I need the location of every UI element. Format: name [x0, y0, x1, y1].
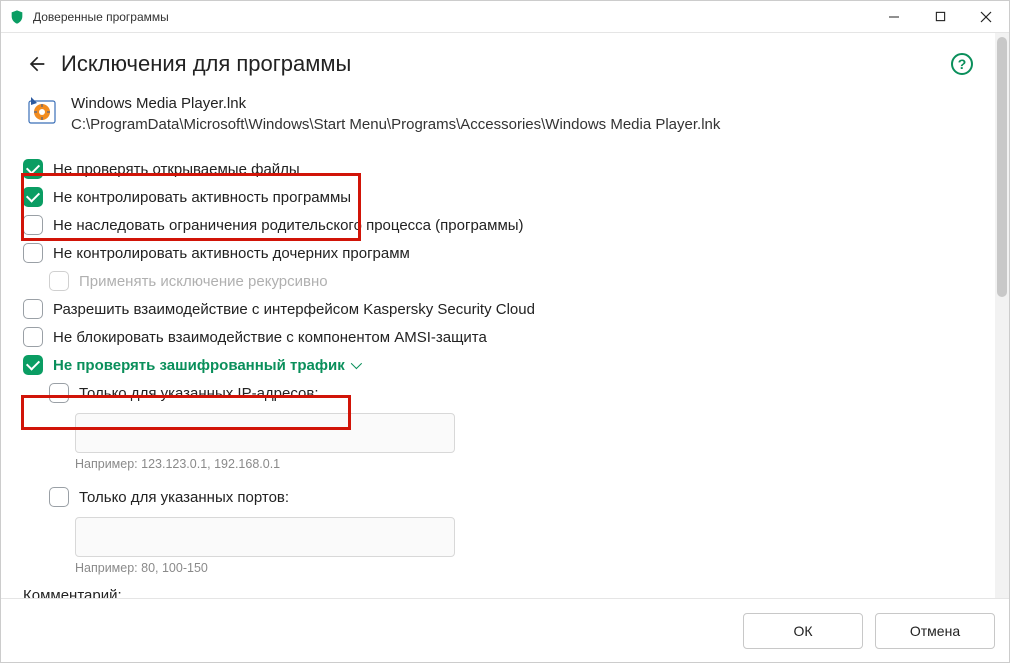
- ok-button[interactable]: ОК: [743, 613, 863, 649]
- ip-hint: Например: 123.123.0.1, 192.168.0.1: [75, 457, 973, 471]
- minimize-button[interactable]: [871, 1, 917, 32]
- page-title: Исключения для программы: [61, 51, 951, 77]
- app-name: Windows Media Player.lnk: [71, 95, 720, 112]
- maximize-button[interactable]: [917, 1, 963, 32]
- scrollbar-track[interactable]: [995, 33, 1009, 598]
- cancel-button[interactable]: Отмена: [875, 613, 995, 649]
- help-icon[interactable]: ?: [951, 53, 973, 75]
- label-allow-ksc-interact: Разрешить взаимодействие с интерфейсом K…: [53, 301, 535, 318]
- checkbox-no-block-amsi[interactable]: [23, 327, 43, 347]
- checkbox-no-scan-opened[interactable]: [23, 159, 43, 179]
- ports-input[interactable]: [75, 517, 455, 557]
- titlebar: Доверенные программы: [1, 1, 1009, 33]
- comment-label-cutoff: Комментарий:: [23, 587, 973, 598]
- footer: ОК Отмена: [1, 598, 1009, 662]
- checkbox-only-ports[interactable]: [49, 487, 69, 507]
- app-shield-icon: [9, 9, 25, 25]
- label-apply-recursive: Применять исключение рекурсивно: [79, 273, 328, 290]
- label-no-monitor-activity: Не контролировать активность программы: [53, 189, 351, 206]
- label-no-block-amsi: Не блокировать взаимодействие с компонен…: [53, 329, 487, 346]
- checkbox-allow-ksc-interact[interactable]: [23, 299, 43, 319]
- ip-addresses-input[interactable]: [75, 413, 455, 453]
- window-title: Доверенные программы: [33, 10, 871, 24]
- close-button[interactable]: [963, 1, 1009, 32]
- checkbox-no-inherit-parent[interactable]: [23, 215, 43, 235]
- app-icon: [27, 95, 59, 127]
- content-area: Исключения для программы ? Windows Media…: [1, 33, 995, 598]
- checkbox-no-scan-encrypted[interactable]: [23, 355, 43, 375]
- checkbox-no-monitor-child[interactable]: [23, 243, 43, 263]
- checkbox-apply-recursive: [49, 271, 69, 291]
- scrollbar-thumb[interactable]: [997, 37, 1007, 297]
- port-hint: Например: 80, 100-150: [75, 561, 973, 575]
- label-no-scan-encrypted-text: Не проверять зашифрованный трафик: [53, 357, 345, 374]
- checkbox-no-monitor-activity[interactable]: [23, 187, 43, 207]
- app-path: C:\ProgramData\Microsoft\Windows\Start M…: [71, 116, 720, 133]
- label-only-ports: Только для указанных портов:: [79, 489, 289, 506]
- label-no-inherit-parent: Не наследовать ограничения родительского…: [53, 217, 524, 234]
- label-no-scan-opened: Не проверять открываемые файлы: [53, 161, 300, 178]
- checkbox-only-ips[interactable]: [49, 383, 69, 403]
- label-only-ips: Только для указанных IP-адресов:: [79, 385, 319, 402]
- label-no-monitor-child: Не контролировать активность дочерних пр…: [53, 245, 410, 262]
- chevron-down-icon: [350, 358, 361, 369]
- label-no-scan-encrypted[interactable]: Не проверять зашифрованный трафик: [53, 357, 359, 374]
- back-button[interactable]: [23, 51, 49, 77]
